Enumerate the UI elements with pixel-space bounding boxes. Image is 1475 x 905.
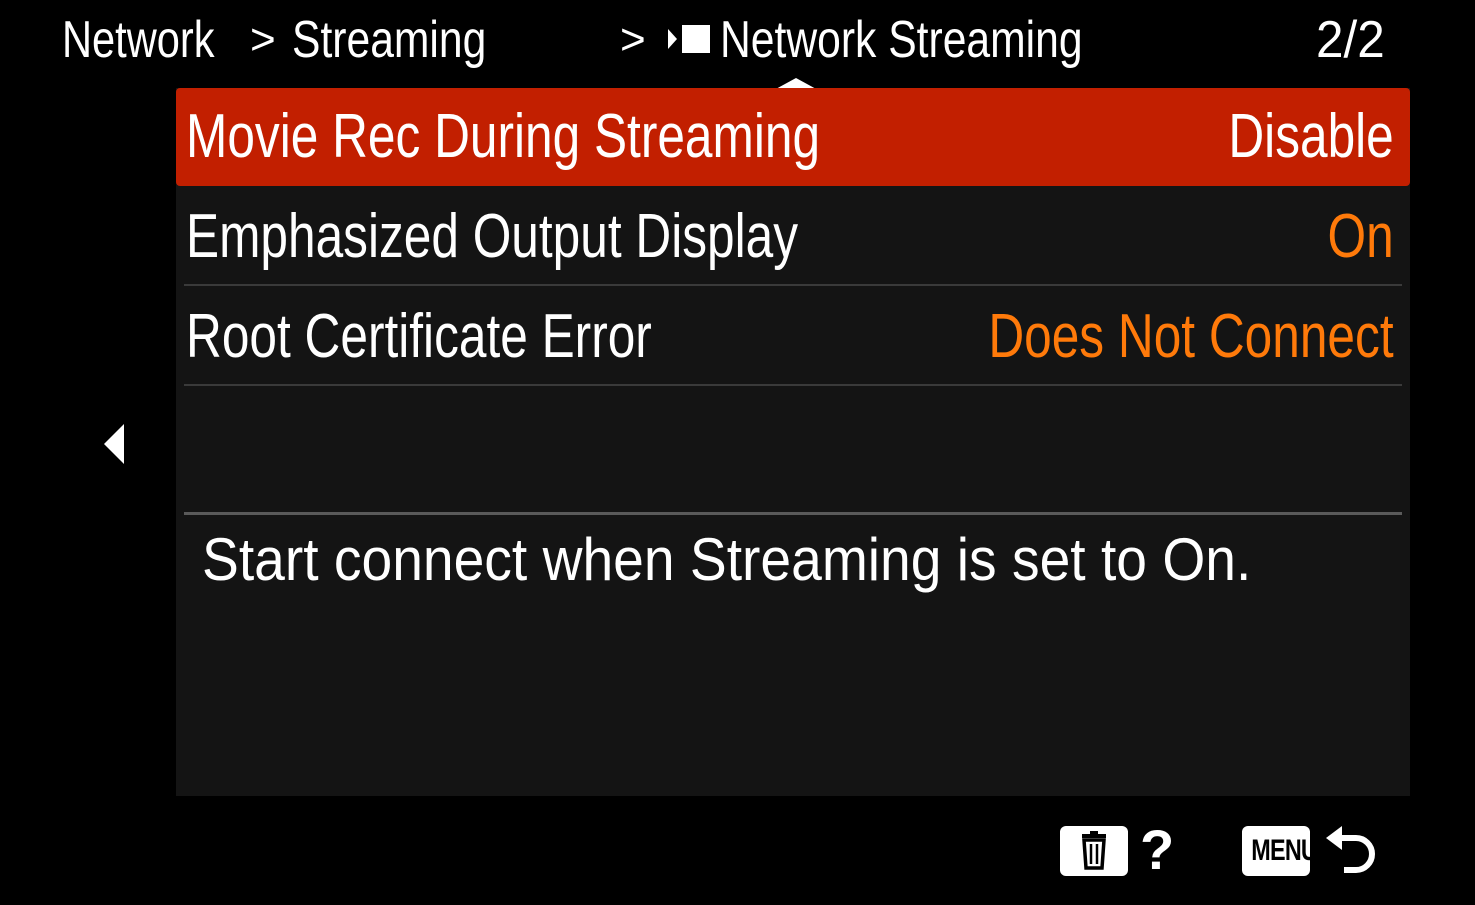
menu-button[interactable]: MENU (1242, 826, 1310, 876)
row-divider (184, 384, 1402, 386)
menu-item-label: Movie Rec During Streaming (186, 102, 821, 171)
trash-icon (1082, 831, 1106, 870)
help-icon[interactable]: ? (1140, 818, 1174, 882)
header: Network > Streaming > Network Streaming … (0, 0, 1475, 90)
breadcrumb-separator: > (250, 15, 276, 64)
menu-item-root-certificate-error[interactable]: Root Certificate Error Does Not Connect (176, 288, 1410, 386)
breadcrumb-network-streaming[interactable]: Network Streaming (720, 8, 1083, 72)
breadcrumb-streaming[interactable]: Streaming (292, 8, 486, 72)
breadcrumb-separator: > (620, 15, 646, 64)
menu-item-label: Emphasized Output Display (186, 202, 799, 271)
menu-item-emphasized-output-display[interactable]: Emphasized Output Display On (176, 188, 1410, 286)
left-arrow-icon[interactable] (104, 424, 124, 464)
back-arrow-icon[interactable] (1322, 820, 1382, 880)
menu-item-value: Disable (1228, 102, 1394, 171)
menu-item-movie-rec-during-streaming[interactable]: Movie Rec During Streaming Disable (176, 88, 1410, 186)
menu-panel: Movie Rec During Streaming Disable Empha… (176, 88, 1410, 796)
help-description: Start connect when Streaming is set to O… (202, 526, 1252, 593)
page-indicator: 2/2 (1316, 11, 1385, 69)
description-divider (184, 512, 1402, 515)
movie-icon (668, 25, 710, 53)
breadcrumb-network[interactable]: Network (62, 8, 215, 72)
menu-item-value: Does Not Connect (988, 302, 1394, 371)
menu-item-label: Root Certificate Error (186, 302, 652, 371)
row-divider (184, 284, 1402, 286)
menu-button-label: MENU (1251, 834, 1310, 867)
delete-button[interactable] (1060, 826, 1128, 876)
menu-item-value: On (1327, 202, 1394, 271)
